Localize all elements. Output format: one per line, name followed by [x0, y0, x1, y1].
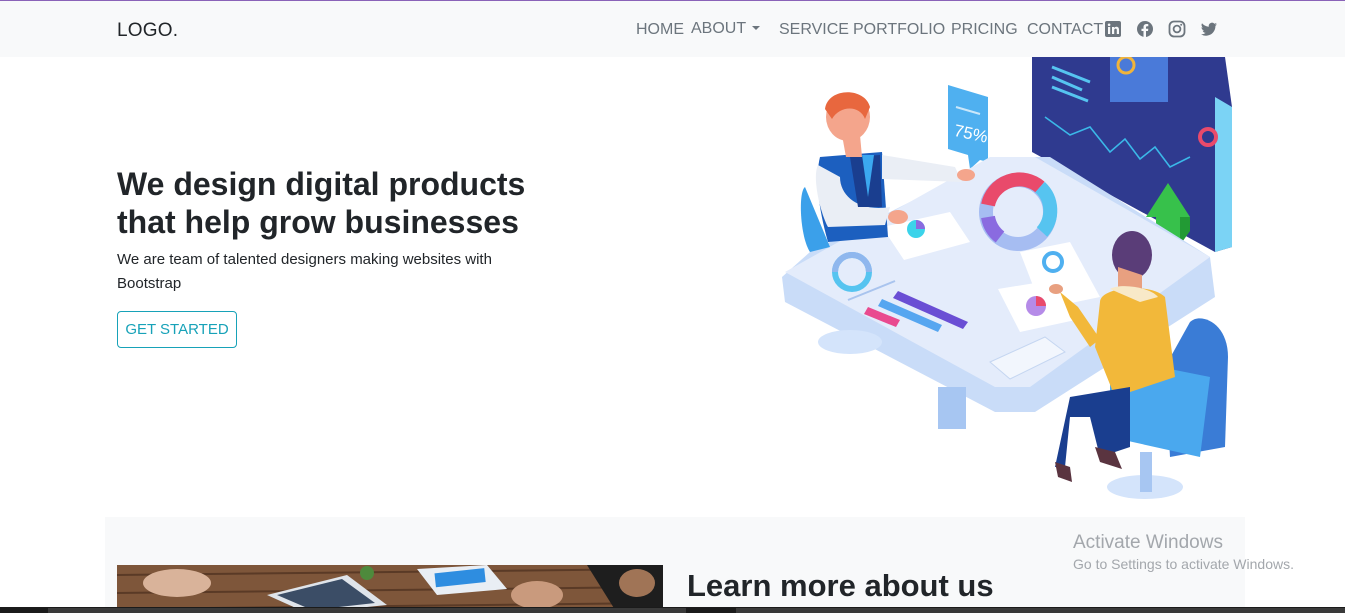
- scrollbar-thumb-right[interactable]: [736, 608, 1345, 613]
- instagram-icon[interactable]: [1168, 20, 1186, 38]
- linkedin-icon[interactable]: [1104, 20, 1122, 38]
- about-photo: [117, 565, 663, 613]
- hero-subtitle: We are team of talented designers making…: [117, 251, 492, 292]
- facebook-icon[interactable]: [1136, 20, 1154, 38]
- nav-portfolio[interactable]: PORTFOLIO: [853, 21, 945, 39]
- hero-title-line2: that help grow businesses: [117, 204, 519, 240]
- nav-about-dropdown[interactable]: ABOUT: [691, 20, 761, 38]
- scrollbar-thumb-left[interactable]: [48, 608, 686, 613]
- nav-contact[interactable]: CONTACT: [1027, 21, 1103, 39]
- get-started-button[interactable]: GET STARTED: [117, 311, 237, 348]
- nav-home[interactable]: HOME: [636, 21, 684, 39]
- twitter-icon[interactable]: [1200, 20, 1218, 38]
- nav-pricing[interactable]: PRICING: [951, 21, 1018, 39]
- activate-windows-subtitle: Go to Settings to activate Windows.: [1073, 556, 1294, 572]
- navbar: LOGO. HOME ABOUT SERVICE PORTFOLIO PRICI…: [0, 1, 1345, 57]
- about-title: Learn more about us: [687, 568, 994, 603]
- nav-about-label: ABOUT: [691, 20, 747, 37]
- hero-title: We design digital products that help gro…: [117, 165, 547, 241]
- activate-windows-title: Activate Windows: [1073, 532, 1223, 553]
- logo[interactable]: LOGO.: [117, 20, 178, 42]
- hero-illustration: 75%: [770, 55, 1240, 517]
- hero-title-line1: We design digital products: [117, 166, 526, 202]
- caret-down-icon: [752, 26, 761, 30]
- nav-service[interactable]: SERVICE: [779, 21, 849, 39]
